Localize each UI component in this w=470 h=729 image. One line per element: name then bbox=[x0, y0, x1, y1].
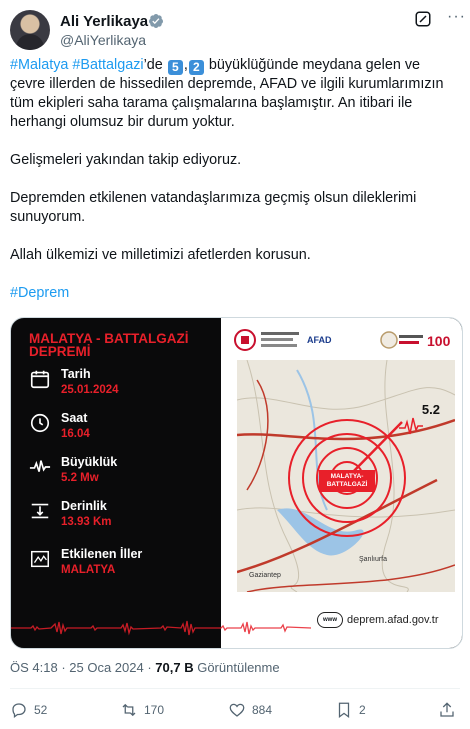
tweet-text: #Malatya #Battalgazi’de 5,2 büyüklüğünde… bbox=[10, 56, 455, 322]
reply-button[interactable]: 52 bbox=[10, 700, 47, 720]
tweet-paragraph-2: Gelişmeleri yakından takip ediyoruz. bbox=[10, 152, 242, 168]
card-info-panel: MALATYA - BATTALGAZİ DEPREMİ Tarih 25.01… bbox=[11, 318, 221, 648]
meta-separator: · bbox=[57, 660, 70, 675]
avatar[interactable] bbox=[10, 10, 50, 50]
repost-button[interactable]: 170 bbox=[120, 700, 164, 720]
like-button[interactable]: 884 bbox=[228, 700, 272, 720]
suffix-text: ’de bbox=[143, 57, 163, 73]
card-title: MALATYA - BATTALGAZİ DEPREMİ bbox=[29, 332, 188, 359]
logos-bar: AFAD 100 bbox=[234, 329, 451, 351]
map-icon bbox=[31, 550, 49, 568]
tweet-meta: ÖS 4:18 · 25 Oca 2024 · 70,7 B Görüntüle… bbox=[10, 660, 280, 675]
ministry-logo-icon bbox=[234, 329, 256, 351]
map-magnitude-label: 5.2 bbox=[421, 402, 440, 417]
pulse-icon bbox=[29, 460, 51, 472]
keycap-two: 2 bbox=[188, 60, 204, 75]
card-map-panel: AFAD 100 MALATYA- BATTALGAZİ Gaziantep Ş… bbox=[221, 318, 462, 648]
info-affected-label: Etkilenen İller bbox=[61, 547, 143, 561]
keycap-separator: , bbox=[183, 57, 188, 73]
info-date-value: 25.01.2024 bbox=[61, 384, 119, 396]
map-place-sanliurfa: Şanlıurfa bbox=[359, 556, 388, 563]
info-date-label: Tarih bbox=[61, 367, 91, 381]
bookmark-count: 2 bbox=[359, 703, 366, 717]
views-count: 70,7 B bbox=[155, 660, 194, 675]
epicenter-label-line-1: MALATYA- bbox=[330, 473, 364, 480]
clock-icon bbox=[30, 413, 50, 433]
share-icon bbox=[440, 702, 454, 717]
info-time-label: Saat bbox=[61, 411, 88, 425]
info-depth-label: Derinlik bbox=[61, 499, 107, 513]
calendar-icon bbox=[30, 370, 50, 389]
earthquake-info-card[interactable]: MALATYA - BATTALGAZİ DEPREMİ Tarih 25.01… bbox=[10, 317, 463, 649]
reply-icon bbox=[12, 703, 26, 719]
tweet-actions: 52 170 884 2 bbox=[10, 700, 460, 722]
author-name[interactable]: Ali Yerlikaya bbox=[60, 13, 148, 30]
epicenter-label: MALATYA- BATTALGAZİ bbox=[319, 473, 375, 489]
info-time-value: 16.04 bbox=[61, 428, 90, 440]
info-affected-value: MALATYA bbox=[61, 564, 116, 576]
info-magnitude-label: Büyüklük bbox=[61, 455, 118, 469]
repost-count: 170 bbox=[144, 703, 165, 717]
epicenter-label-line-2: BATTALGAZİ bbox=[326, 481, 368, 488]
keycap-five: 5 bbox=[167, 60, 183, 75]
repost-icon bbox=[122, 703, 136, 717]
reply-count: 52 bbox=[34, 703, 48, 717]
turkiye-yuzyili-logo-icon bbox=[380, 331, 423, 349]
tweet-header: Ali Yerlikaya @AliYerlikaya ··· bbox=[10, 8, 465, 50]
tweet-paragraph-3: Depremden etkilenen vatandaşlarımıza geç… bbox=[10, 190, 417, 225]
author-handle[interactable]: @AliYerlikaya bbox=[60, 32, 146, 48]
tweet-paragraph-5: #Deprem bbox=[10, 284, 455, 303]
hashtag-malatya[interactable]: #Malatya bbox=[10, 57, 68, 73]
more-options-icon[interactable]: ··· bbox=[447, 8, 466, 26]
tweet-time[interactable]: ÖS 4:18 bbox=[10, 660, 58, 675]
afad-logo-text: AFAD bbox=[307, 335, 332, 345]
tweet-date[interactable]: 25 Oca 2024 bbox=[69, 660, 143, 675]
verified-badge-icon bbox=[148, 14, 163, 28]
earthquake-map: MALATYA- BATTALGAZİ Gaziantep Şanlıurfa bbox=[237, 360, 455, 592]
heart-icon bbox=[229, 703, 245, 717]
bookmark-icon bbox=[338, 702, 350, 719]
info-depth-value: 13.93 Km bbox=[61, 516, 112, 528]
divider bbox=[10, 688, 460, 689]
share-button[interactable] bbox=[438, 700, 462, 720]
hashtag-deprem[interactable]: #Deprem bbox=[10, 285, 69, 301]
grok-icon[interactable] bbox=[414, 10, 432, 28]
depth-icon bbox=[31, 503, 49, 519]
logo-100-text: 100 bbox=[427, 333, 451, 349]
seismograph-wave-icon bbox=[11, 620, 312, 636]
tweet-paragraph-4: Allah ülkemizi ve milletimizi afetlerden… bbox=[10, 247, 311, 263]
meta-separator-2: · bbox=[143, 660, 156, 675]
map-place-gaziantep: Gaziantep bbox=[249, 572, 281, 579]
views-label: Görüntülenme bbox=[197, 660, 280, 675]
like-count: 884 bbox=[252, 703, 273, 717]
tweet-paragraph-1: #Malatya #Battalgazi’de 5,2 büyüklüğünde… bbox=[10, 56, 455, 132]
card-title-line-2: DEPREMİ bbox=[29, 344, 91, 359]
bookmark-button[interactable]: 2 bbox=[335, 700, 366, 720]
info-magnitude-value: 5.2 Mw bbox=[61, 472, 99, 484]
hashtag-battalgazi[interactable]: #Battalgazi bbox=[72, 57, 143, 73]
